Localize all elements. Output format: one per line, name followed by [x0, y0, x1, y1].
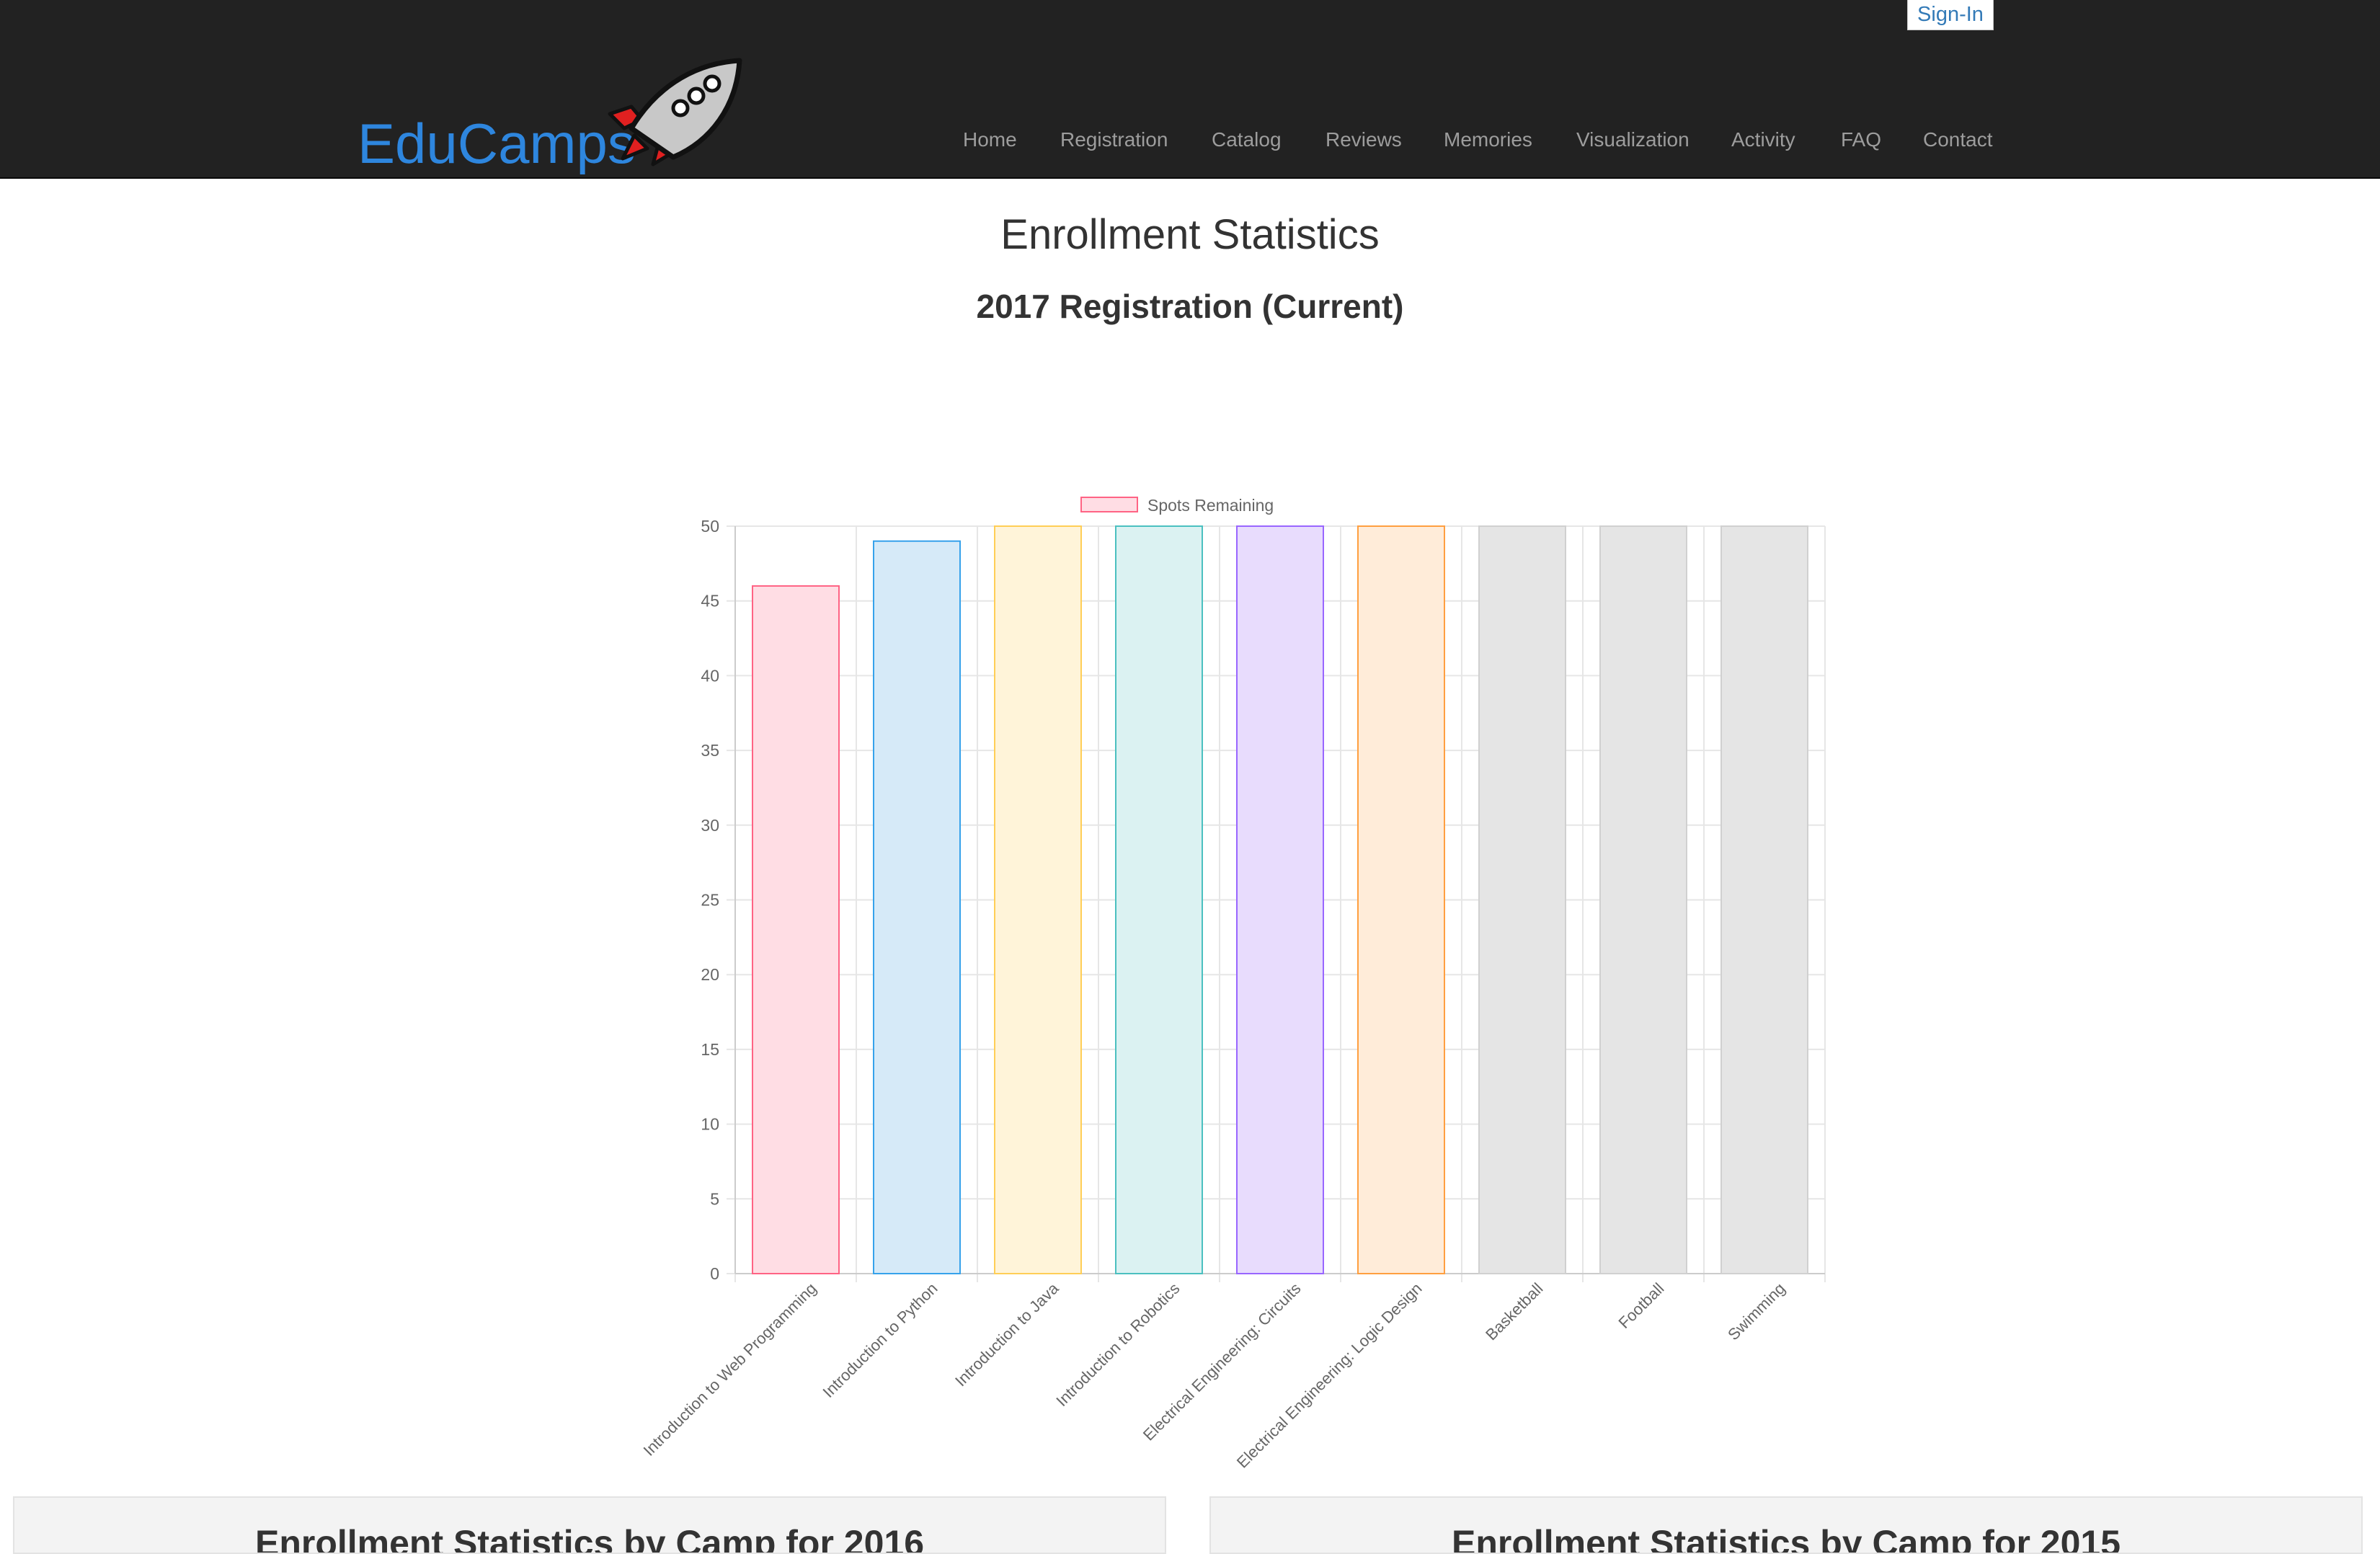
x-tick-label: Basketball: [1482, 1279, 1546, 1344]
bar-1: [752, 585, 840, 1274]
bar-2: [873, 540, 961, 1274]
y-tick-label: 50: [701, 517, 719, 536]
y-tick-label: 30: [701, 816, 719, 835]
bar-3: [994, 525, 1082, 1274]
panel-2016: Enrollment Statistics by Camp for 2016: [13, 1496, 1166, 1554]
y-tick-label: 40: [701, 666, 719, 685]
x-tick-label: Introduction to Web Programming: [640, 1279, 820, 1460]
y-tick-label: 15: [701, 1040, 719, 1059]
legend-swatch: [1080, 497, 1138, 512]
bar-9: [1720, 525, 1808, 1274]
x-tick-label: Introduction to Robotics: [1052, 1279, 1183, 1410]
bar-4: [1115, 525, 1203, 1274]
panel-2016-title: Enrollment Statistics by Camp for 2016: [254, 1523, 925, 1554]
x-tick-label: Introduction to Java: [951, 1279, 1062, 1390]
y-tick-label: 45: [701, 592, 719, 610]
y-tick-label: 25: [701, 891, 719, 910]
panel-2015: Enrollment Statistics by Camp for 2015: [1209, 1496, 2363, 1554]
x-tick-label: Introduction to Python: [820, 1279, 941, 1401]
bar-8: [1599, 525, 1687, 1274]
bar-5: [1236, 525, 1324, 1274]
bar-7: [1478, 525, 1566, 1274]
y-tick-label: 0: [710, 1264, 719, 1283]
legend-label: Spots Remaining: [1147, 496, 1274, 515]
x-tick-label: Football: [1615, 1279, 1668, 1332]
enrollment-bar-chart: 0 5 10 15 20 25 30 35 40 45 50 Introduction to Web …: [640, 496, 1826, 1472]
y-tick-label: 35: [701, 741, 719, 760]
x-tick-label: Swimming: [1724, 1279, 1788, 1344]
y-tick-label: 5: [710, 1189, 719, 1208]
bar-6: [1357, 525, 1445, 1274]
y-tick-label: 20: [701, 965, 719, 984]
panel-2015-title: Enrollment Statistics by Camp for 2015: [1451, 1523, 2121, 1554]
y-tick-label: 10: [701, 1115, 719, 1134]
